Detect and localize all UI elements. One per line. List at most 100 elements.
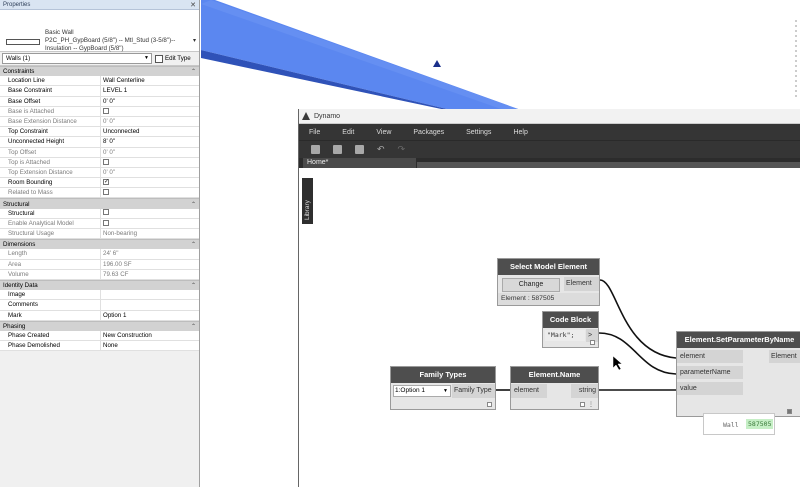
property-checkbox: [103, 107, 109, 114]
wire-element[interactable]: [599, 279, 677, 359]
save-icon[interactable]: [355, 145, 364, 154]
property-name: Top Constraint: [0, 127, 101, 137]
type-dropdown-arrow-icon[interactable]: ▾: [193, 37, 196, 44]
property-group-header[interactable]: Identity Data ⌃: [0, 279, 199, 291]
collapse-chevron-icon[interactable]: ⌃: [191, 282, 196, 289]
node-menu-icon[interactable]: ⋮: [588, 401, 594, 408]
property-value[interactable]: [101, 209, 199, 218]
output-port[interactable]: Family Type: [452, 384, 495, 398]
property-name: Room Bounding: [0, 178, 101, 188]
property-value[interactable]: [101, 290, 199, 299]
property-checkbox[interactable]: [103, 209, 109, 216]
node-select-model-element[interactable]: Select Model Element Change Element Elem…: [497, 258, 600, 306]
node-code-block[interactable]: Code Block "Mark"; >: [542, 311, 599, 348]
menu-file[interactable]: File: [309, 129, 320, 136]
close-icon[interactable]: ✕: [190, 1, 196, 9]
property-row: Location Line Wall Centerline: [0, 76, 199, 87]
property-value[interactable]: 8' 0": [101, 137, 199, 146]
property-value: 0' 0": [103, 117, 115, 125]
property-value[interactable]: 0' 0": [101, 97, 199, 106]
property-row: Base Constraint LEVEL 1: [0, 86, 199, 97]
collapse-chevron-icon[interactable]: ⌃: [191, 68, 196, 75]
output-port[interactable]: string: [571, 384, 598, 398]
dynamo-logo-icon: [302, 112, 310, 120]
edit-type-button[interactable]: Edit Type: [155, 54, 191, 63]
menu-view[interactable]: View: [376, 129, 391, 136]
property-value[interactable]: Wall Centerline: [101, 76, 199, 85]
property-row: Base Extension Distance 0' 0": [0, 116, 199, 128]
new-file-icon[interactable]: [311, 145, 320, 154]
property-value[interactable]: LEVEL 1: [101, 86, 199, 95]
property-name: Structural: [0, 208, 101, 218]
family-type-dropdown[interactable]: 1:Option 1 ▼: [393, 385, 451, 397]
type-name-line2: Insulation -- GypBoard (5/8"): [45, 45, 124, 52]
change-button[interactable]: Change: [502, 278, 560, 292]
property-group-header[interactable]: Dimensions ⌃: [0, 239, 199, 250]
output-port[interactable]: Element: [769, 350, 800, 363]
node-title: Select Model Element: [498, 259, 599, 275]
property-group-label: Structural: [3, 200, 30, 208]
node-family-types[interactable]: Family Types 1:Option 1 ▼ Family Type: [390, 366, 496, 410]
property-name: Structural Usage: [0, 229, 101, 239]
collapse-chevron-icon[interactable]: ⌃: [191, 323, 196, 330]
dynamo-title: Dynamo: [314, 112, 341, 120]
collapse-chevron-icon[interactable]: ⌃: [191, 241, 196, 248]
output-port[interactable]: Element: [564, 277, 599, 291]
input-port-label: element: [514, 387, 539, 394]
property-row: Structural: [0, 208, 199, 219]
input-port-element[interactable]: element: [511, 384, 547, 398]
undo-icon[interactable]: ↶: [377, 144, 385, 155]
type-selector[interactable]: Basic Wall P2C_PH_GypBoard (5/8") -- Mtl…: [0, 10, 199, 52]
property-value[interactable]: New Construction: [101, 331, 199, 340]
dynamo-toolbar: ↶ ↷: [299, 140, 800, 158]
property-row: Phase Demolished None: [0, 341, 199, 352]
dynamo-window: Dynamo File Edit View Packages Settings …: [298, 109, 800, 487]
input-port-value[interactable]: value: [677, 382, 743, 395]
property-value[interactable]: None: [101, 341, 199, 350]
menu-packages[interactable]: Packages: [413, 129, 444, 136]
property-row: Related to Mass: [0, 188, 199, 199]
wire-parameter-name[interactable]: [598, 332, 677, 375]
input-port-parameter-name[interactable]: parameterName: [677, 366, 743, 379]
dynamo-menubar: File Edit View Packages Settings Help: [299, 124, 800, 140]
code-editor[interactable]: "Mark";: [545, 330, 585, 341]
property-group-header[interactable]: Phasing ⌃: [0, 320, 199, 331]
property-row: Mark Option 1: [0, 310, 199, 321]
input-port-label: parameterName: [680, 369, 731, 376]
property-checkbox[interactable]: [103, 178, 109, 187]
menu-settings[interactable]: Settings: [466, 129, 491, 136]
property-group-header[interactable]: Constraints ⌃: [0, 66, 199, 77]
property-value[interactable]: [101, 178, 199, 187]
tab-home[interactable]: Home*: [303, 158, 416, 168]
property-row: Top Extension Distance 0' 0": [0, 167, 199, 179]
wall-control-arrow-icon[interactable]: [433, 60, 441, 67]
property-value[interactable]: Unconnected: [101, 127, 199, 136]
node-element-name[interactable]: Element.Name element string ⋮: [510, 366, 599, 410]
mouse-cursor-icon: [612, 355, 623, 371]
property-name: Mark: [0, 310, 101, 320]
property-group-label: Constraints: [3, 68, 35, 76]
property-group-header[interactable]: Structural ⌃: [0, 198, 199, 209]
instance-filter-select[interactable]: Walls (1) ▼: [2, 53, 152, 64]
edit-type-label: Edit Type: [165, 55, 191, 62]
preview-label: Wall: [723, 421, 739, 429]
property-value[interactable]: [101, 300, 199, 309]
output-port-label: Element: [566, 280, 592, 287]
dynamo-workspace[interactable]: Library Select Model Element Change Elem…: [299, 168, 800, 487]
property-group-label: Dimensions: [3, 241, 36, 249]
menu-edit[interactable]: Edit: [342, 129, 354, 136]
open-file-icon[interactable]: [333, 145, 342, 154]
node-set-parameter-by-name[interactable]: Element.SetParameterByName element param…: [676, 331, 800, 417]
preview-value: 587505: [746, 419, 774, 429]
property-name: Base Extension Distance: [0, 116, 101, 127]
type-family: Basic Wall: [45, 29, 74, 36]
property-group-label: Identity Data: [3, 282, 38, 290]
input-port-element[interactable]: element: [677, 350, 743, 363]
collapse-chevron-icon[interactable]: ⌃: [191, 201, 196, 208]
properties-title: Properties: [3, 1, 31, 8]
menu-help[interactable]: Help: [513, 129, 527, 136]
redo-icon[interactable]: ↷: [398, 144, 406, 155]
property-checkbox: [103, 189, 109, 196]
property-value[interactable]: Option 1: [101, 311, 199, 320]
type-name-line1: P2C_PH_GypBoard (5/8") -- Mtl_Stud (3-5/…: [45, 37, 176, 44]
